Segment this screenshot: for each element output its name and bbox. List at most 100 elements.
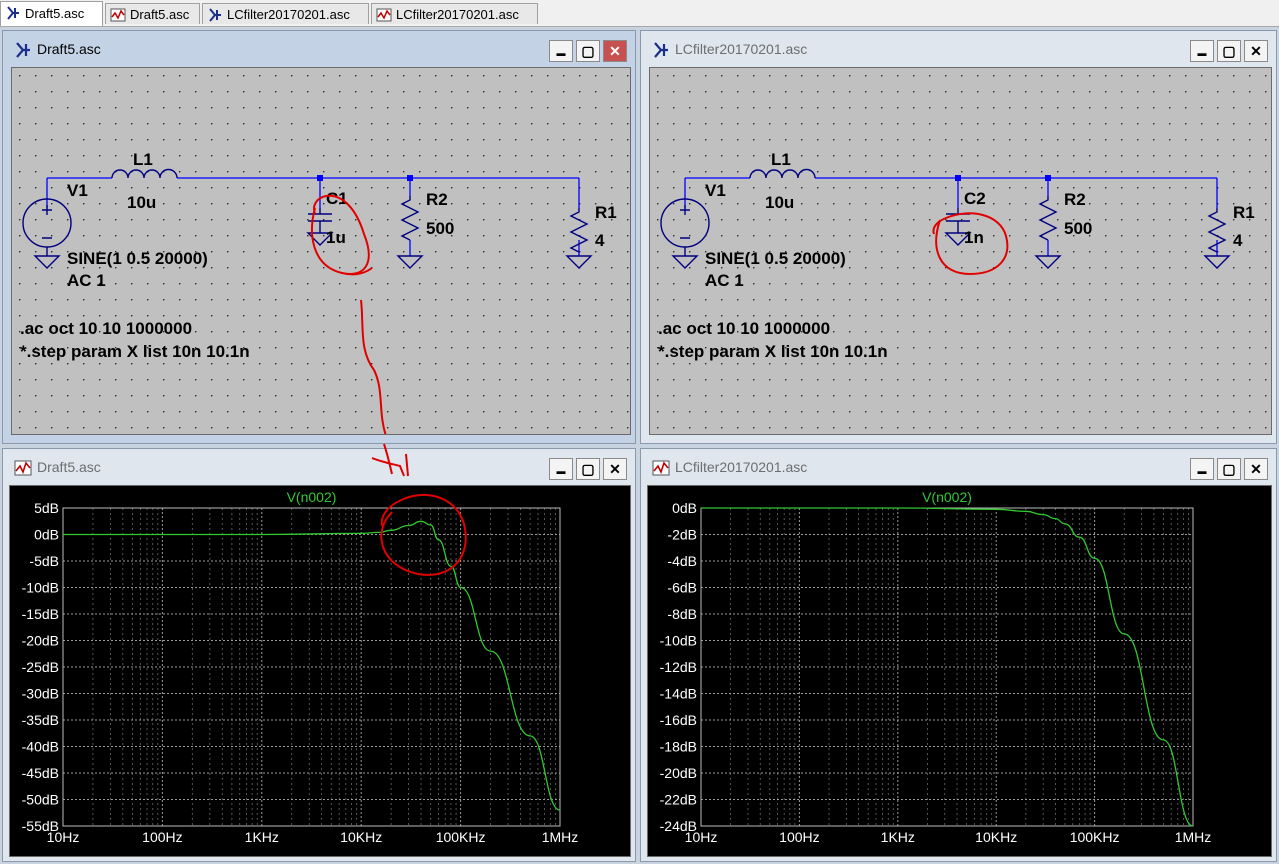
window-title: Draft5.asc: [37, 41, 101, 57]
waveform-window-lcfilter[interactable]: LCfilter20170201.asc ▬ ▢ ✕ 0dB -2dB -4dB -6dB…: [640, 448, 1277, 862]
window-titlebar[interactable]: Draft5.asc ▬ ▢ ✕: [3, 31, 635, 67]
schematic-canvas[interactable]: L1 10u V1 SINE(1 0.5 20000) AC 1 C2 1n R…: [649, 67, 1272, 435]
spice-directive-comment[interactable]: *.step param X list 10n 10.1n: [658, 342, 888, 361]
y-tick-label: 5dB: [34, 500, 59, 516]
y-tick-label: -15dB: [22, 606, 59, 622]
component-value-c: 1u: [326, 228, 346, 247]
waveform-icon: [652, 460, 670, 476]
y-tick-label: -50dB: [22, 792, 59, 808]
window-titlebar[interactable]: Draft5.asc ▬ ▢ ✕: [3, 449, 635, 485]
component-name-c: C2: [964, 189, 986, 208]
window-titlebar[interactable]: LCfilter20170201.asc ▬ ▢ ✕: [641, 31, 1276, 67]
maximize-button[interactable]: ▢: [576, 40, 600, 62]
y-tick-label: -40dB: [22, 739, 59, 755]
document-tab-bar: Draft5.asc Draft5.asc LCfilter20170201.a…: [0, 0, 1279, 27]
y-tick-label: -10dB: [660, 633, 697, 649]
minimize-button[interactable]: ▬: [549, 458, 573, 480]
component-value-c: 1n: [964, 228, 984, 247]
schematic-drawing: L1 10u V1 SINE(1 0.5 20000) AC 1 C2 1n R…: [650, 68, 1271, 434]
x-tick-label: 100KHz: [436, 829, 486, 845]
component-name-l1: L1: [771, 150, 791, 169]
schematic-icon: [16, 42, 30, 58]
schematic-canvas[interactable]: L1 10u V1 SINE(1 0.5 20000) AC 1 C1 1u R…: [11, 67, 631, 435]
minimize-icon: ▬: [556, 466, 566, 476]
y-tick-label: -6dB: [667, 580, 697, 596]
close-button[interactable]: ✕: [1244, 458, 1268, 480]
x-tick-label: 10Hz: [47, 829, 80, 845]
tab-label: LCfilter20170201.asc: [227, 7, 350, 22]
y-tick-label: -30dB: [22, 686, 59, 702]
maximize-button[interactable]: ▢: [1217, 458, 1241, 480]
y-tick-label: -20dB: [22, 633, 59, 649]
component-value-r1: 4: [595, 231, 605, 250]
trace-title[interactable]: V(n002): [287, 489, 337, 505]
spice-directive-comment[interactable]: *.step param X list 10n 10.1n: [20, 342, 250, 361]
component-value-v1: SINE(1 0.5 20000): [705, 249, 846, 268]
window-titlebar[interactable]: LCfilter20170201.asc ▬ ▢ ✕: [641, 449, 1276, 485]
bode-plot-chart[interactable]: 5dB 0dB -5dB -10dB -15dB -20dB -25dB -30dB -35dB…: [10, 486, 631, 857]
x-tick-label: 10KHz: [340, 829, 382, 845]
schematic-icon: [654, 42, 668, 58]
close-button[interactable]: ✕: [1244, 40, 1268, 62]
tab-lcfilter-waveform[interactable]: LCfilter20170201.asc: [371, 3, 538, 24]
schematic-drawing: L1 10u V1 SINE(1 0.5 20000) AC 1 C1 1u R…: [12, 68, 630, 434]
schematic-window-draft5[interactable]: Draft5.asc ▬ ▢ ✕ L1 10u V1 SINE(1 0.5 20…: [2, 30, 636, 444]
y-tick-label: -22dB: [660, 792, 697, 808]
component-value-l1: 10u: [765, 193, 794, 212]
close-icon: ✕: [609, 461, 621, 477]
y-tick-label: -35dB: [22, 712, 59, 728]
minimize-button[interactable]: ▬: [549, 40, 573, 62]
close-button[interactable]: ✕: [603, 40, 627, 62]
y-tick-label: -45dB: [22, 765, 59, 781]
schematic-window-lcfilter[interactable]: LCfilter20170201.asc ▬ ▢ ✕ L1 10u V1 SIN…: [640, 30, 1277, 444]
component-ac-v1: AC 1: [705, 271, 744, 290]
minimize-button[interactable]: ▬: [1190, 458, 1214, 480]
maximize-button[interactable]: ▢: [576, 458, 600, 480]
x-tick-label: 10Hz: [685, 829, 718, 845]
tab-lcfilter-schematic[interactable]: LCfilter20170201.asc: [202, 3, 369, 24]
component-name-r1: R1: [1233, 203, 1255, 222]
y-tick-label: -16dB: [660, 712, 697, 728]
component-name-r1: R1: [595, 203, 617, 222]
x-tick-label: 1MHz: [1175, 829, 1212, 845]
y-tick-label: 0dB: [672, 500, 697, 516]
maximize-icon: ▢: [581, 43, 595, 59]
y-tick-label: -4dB: [667, 553, 697, 569]
tab-label: LCfilter20170201.asc: [396, 7, 519, 22]
close-button[interactable]: ✕: [603, 458, 627, 480]
x-tick-label: 1MHz: [542, 829, 579, 845]
minimize-icon: ▬: [1197, 466, 1207, 476]
minimize-icon: ▬: [556, 48, 566, 58]
waveform-plot-pane[interactable]: 5dB 0dB -5dB -10dB -15dB -20dB -25dB -30dB -35dB…: [9, 485, 631, 857]
component-ac-v1: AC 1: [67, 271, 106, 290]
y-tick-label: -5dB: [29, 553, 59, 569]
window-title: LCfilter20170201.asc: [675, 459, 808, 475]
schematic-icon: [7, 6, 19, 20]
maximize-button[interactable]: ▢: [1217, 40, 1241, 62]
schematic-icon: [209, 8, 221, 22]
component-name-r2: R2: [1064, 190, 1086, 209]
close-icon: ✕: [1250, 461, 1262, 477]
spice-directive[interactable]: .ac oct 10 10 1000000: [658, 319, 830, 338]
x-tick-label: 1KHz: [245, 829, 279, 845]
y-tick-label: -20dB: [660, 765, 697, 781]
x-tick-label: 100KHz: [1070, 829, 1120, 845]
y-tick-label: -25dB: [22, 659, 59, 675]
component-value-r1: 4: [1233, 231, 1243, 250]
bode-plot-chart[interactable]: 0dB -2dB -4dB -6dB -8dB -10dB -12dB -14dB -16dB -…: [648, 486, 1272, 857]
close-icon: ✕: [609, 43, 621, 59]
trace-title[interactable]: V(n002): [922, 489, 972, 505]
minimize-icon: ▬: [1197, 48, 1207, 58]
spice-directive[interactable]: .ac oct 10 10 1000000: [20, 319, 192, 338]
y-tick-label: -18dB: [660, 739, 697, 755]
maximize-icon: ▢: [581, 461, 595, 477]
minimize-button[interactable]: ▬: [1190, 40, 1214, 62]
component-name-r2: R2: [426, 190, 448, 209]
y-tick-label: -10dB: [22, 580, 59, 596]
tab-draft5-waveform[interactable]: Draft5.asc: [105, 3, 200, 24]
y-tick-label: -12dB: [660, 659, 697, 675]
tab-draft5-schematic[interactable]: Draft5.asc: [0, 1, 103, 26]
component-name-v1: V1: [67, 181, 88, 200]
waveform-plot-pane[interactable]: 0dB -2dB -4dB -6dB -8dB -10dB -12dB -14dB -16dB -…: [647, 485, 1272, 857]
waveform-window-draft5[interactable]: Draft5.asc ▬ ▢ ✕ 5dB 0dB -5dB -10dB -15dB -20dB…: [2, 448, 636, 862]
